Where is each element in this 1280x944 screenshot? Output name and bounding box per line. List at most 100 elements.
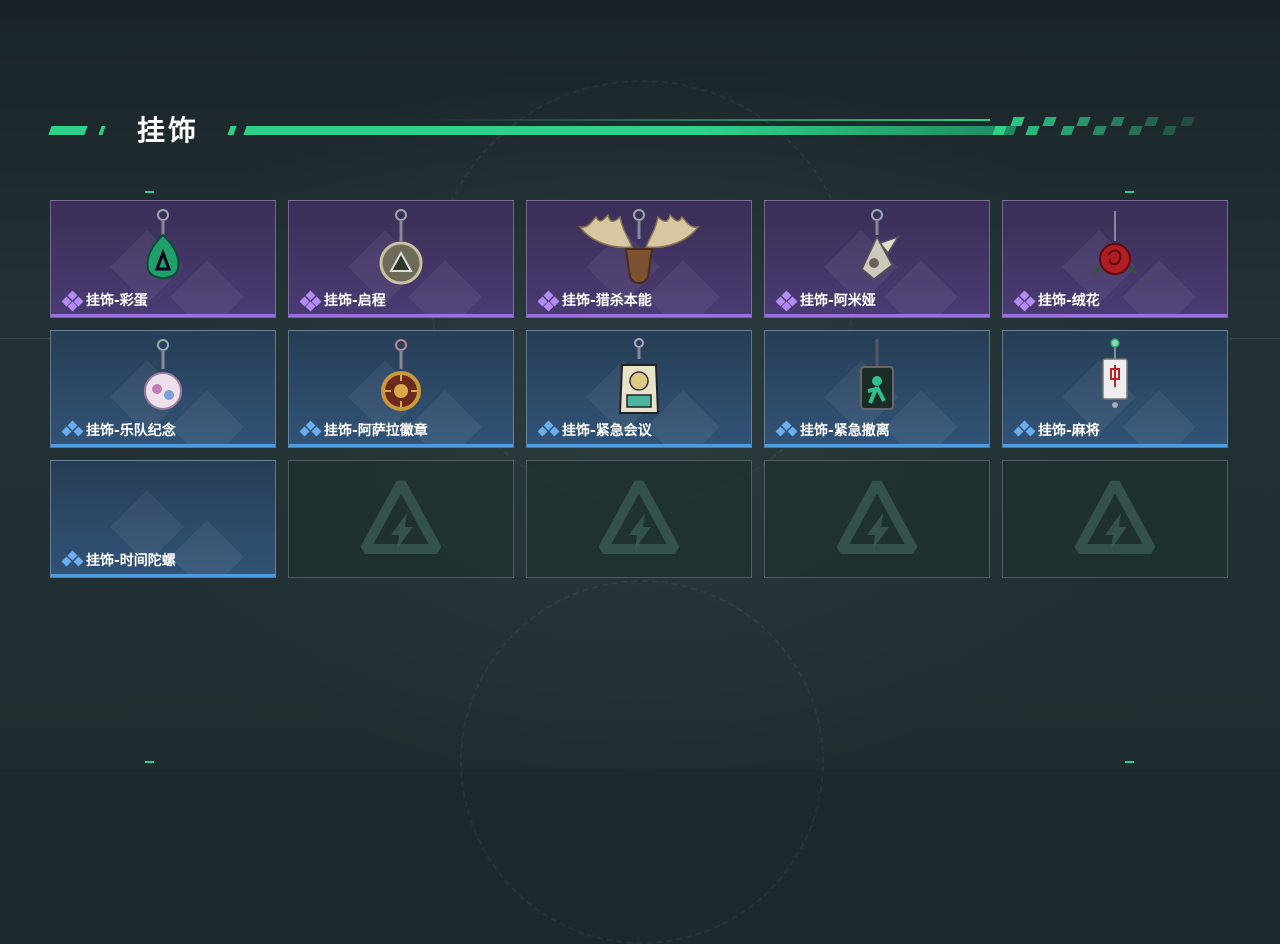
green-teardrop-charm-icon	[138, 207, 188, 291]
charm-name: 挂饰-乐队纪念	[86, 423, 176, 439]
charm-label-row: 挂饰-绒花	[1013, 290, 1100, 312]
checker-square	[1144, 117, 1159, 126]
charm-label-row: 挂饰-时间陀螺	[61, 550, 176, 570]
charm-label-row: 挂饰-阿萨拉徽章	[299, 420, 428, 440]
charm-card[interactable]: 挂饰-启程	[288, 200, 514, 318]
rarity-bar	[527, 444, 751, 447]
charm-label-row: 挂饰-紧急撤离	[775, 420, 890, 440]
empty-slot-logo-icon	[598, 477, 680, 561]
checker-square	[1180, 117, 1195, 126]
rarity-diamond-icon	[1013, 290, 1036, 312]
decorative-ring	[460, 580, 824, 944]
rarity-diamond-icon	[775, 290, 798, 312]
checker-square	[1010, 117, 1025, 126]
empty-slot-logo-icon	[836, 477, 918, 561]
section-title: 挂饰	[137, 114, 200, 147]
charm-card[interactable]: 挂饰-紧急会议	[526, 330, 752, 448]
charm-card[interactable]: 挂饰-彩蛋	[50, 200, 276, 318]
charm-label-row: 挂饰-猎杀本能	[537, 290, 652, 312]
charm-name: 挂饰-紧急撤离	[800, 423, 890, 439]
empty-charm-slot[interactable]	[526, 460, 752, 578]
rarity-diamond-icon	[61, 290, 84, 312]
empty-slot-logo-icon	[1074, 477, 1156, 561]
charm-label-row: 挂饰-阿米娅	[775, 290, 876, 312]
charm-label-row: 挂饰-启程	[299, 290, 386, 312]
header-checker-pattern	[992, 116, 1204, 136]
charm-name: 挂饰-时间陀螺	[86, 553, 176, 569]
checker-square	[1025, 126, 1040, 135]
charm-card[interactable]: 挂饰-绒花	[1002, 200, 1228, 318]
charm-name: 挂饰-绒花	[1038, 293, 1100, 309]
charm-label-row: 挂饰-乐队纪念	[61, 420, 176, 440]
charm-card[interactable]: 挂饰-阿萨拉徽章	[288, 330, 514, 448]
band-badge-charm-icon	[138, 337, 188, 421]
charm-name: 挂饰-阿萨拉徽章	[324, 423, 428, 439]
green-sign-charm-icon	[852, 337, 902, 421]
rarity-diamond-icon	[537, 420, 560, 439]
checker-square	[992, 126, 1007, 135]
rarity-bar	[289, 444, 513, 447]
rarity-bar	[1003, 444, 1227, 447]
charm-card[interactable]: 挂饰-阿米娅	[764, 200, 990, 318]
checker-square	[1092, 126, 1107, 135]
empty-charm-slot[interactable]	[1002, 460, 1228, 578]
header-thin-line	[420, 119, 990, 121]
sun-emblem-charm-icon	[376, 337, 426, 421]
corner-tick	[1125, 761, 1134, 763]
charm-name: 挂饰-阿米娅	[800, 293, 876, 309]
mahjong-tile-charm-icon	[1090, 337, 1140, 421]
rarity-diamond-icon	[1013, 420, 1036, 439]
charm-label-row: 挂饰-麻将	[1013, 420, 1100, 440]
side-divider	[1230, 338, 1280, 339]
charm-name: 挂饰-猎杀本能	[562, 293, 652, 309]
top-bar	[0, 0, 1280, 20]
rarity-diamond-icon	[537, 290, 560, 312]
charm-card[interactable]: 挂饰-紧急撤离	[764, 330, 990, 448]
charm-card[interactable]: 挂饰-猎杀本能	[526, 200, 752, 318]
corner-tick	[145, 191, 154, 193]
header-dash	[48, 126, 88, 135]
moose-antler-charm-icon	[574, 207, 704, 291]
header-bar	[243, 126, 1017, 135]
checker-square	[1128, 126, 1143, 135]
rarity-diamond-icon	[61, 420, 84, 439]
charm-name: 挂饰-启程	[324, 293, 386, 309]
red-rose-charm-icon	[1090, 207, 1140, 291]
empty-charm-slot[interactable]	[764, 460, 990, 578]
rarity-bar	[289, 314, 513, 317]
rarity-bar	[527, 314, 751, 317]
charm-name: 挂饰-麻将	[1038, 423, 1100, 439]
charm-card[interactable]: 挂饰-麻将	[1002, 330, 1228, 448]
charm-grid: 挂饰-彩蛋 挂饰-启程 挂饰-猎杀本能 挂饰-阿米娅 挂饰-绒花挂饰-乐队纪念 挂饰-阿萨…	[50, 200, 1230, 580]
rarity-bar	[51, 444, 275, 447]
charm-card[interactable]: 挂饰-时间陀螺	[50, 460, 276, 578]
empty-charm-slot[interactable]	[288, 460, 514, 578]
checker-square	[1060, 126, 1075, 135]
rarity-bar	[765, 314, 989, 317]
corner-tick	[1125, 191, 1134, 193]
checker-square	[1162, 126, 1177, 135]
empty-slot-logo-icon	[360, 477, 442, 561]
rarity-diamond-icon	[299, 290, 322, 312]
charm-label-row: 挂饰-彩蛋	[61, 290, 148, 312]
rarity-bar	[51, 314, 275, 317]
rarity-diamond-icon	[775, 420, 798, 439]
corner-tick	[145, 761, 154, 763]
charm-card[interactable]: 挂饰-乐队纪念	[50, 330, 276, 448]
charm-name: 挂饰-彩蛋	[86, 293, 148, 309]
checker-square	[1110, 117, 1125, 126]
charm-name: 挂饰-紧急会议	[562, 423, 652, 439]
meeting-figure-charm-icon	[614, 337, 664, 421]
rarity-bar	[1003, 314, 1227, 317]
rarity-diamond-icon	[299, 420, 322, 439]
rarity-bar	[765, 444, 989, 447]
checker-square	[1076, 117, 1091, 126]
side-divider	[0, 338, 50, 339]
rarity-diamond-icon	[61, 550, 84, 569]
round-medallion-charm-icon	[376, 207, 426, 291]
charm-label-row: 挂饰-紧急会议	[537, 420, 652, 440]
checker-square	[1042, 117, 1057, 126]
bunny-doll-charm-icon	[852, 207, 902, 291]
spinning-top-charm-icon	[138, 467, 188, 551]
rarity-bar	[51, 574, 275, 577]
